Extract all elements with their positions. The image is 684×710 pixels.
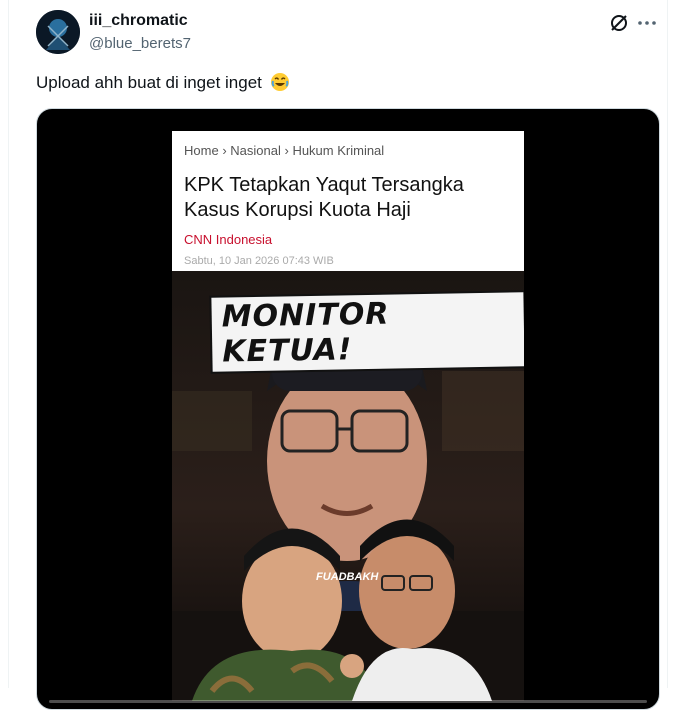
- breadcrumb-nasional: Nasional: [230, 143, 281, 158]
- video-player[interactable]: Home › Nasional › Hukum Kriminal KPK Tet…: [36, 108, 660, 710]
- grok-icon[interactable]: [607, 11, 631, 35]
- breadcrumb-home: Home: [184, 143, 219, 158]
- video-frame[interactable]: Home › Nasional › Hukum Kriminal KPK Tet…: [172, 131, 524, 701]
- post-text-body: Upload ahh buat di inget inget: [36, 73, 262, 92]
- video-progress-bar[interactable]: [49, 700, 647, 703]
- user-handle[interactable]: @blue_berets7: [89, 35, 191, 52]
- display-name[interactable]: iii_chromatic: [89, 12, 188, 30]
- news-source: CNN Indonesia: [184, 232, 273, 247]
- news-screenshot: Home › Nasional › Hukum Kriminal KPK Tet…: [172, 131, 524, 271]
- video-watermark: FUADBAKH: [316, 571, 379, 583]
- breadcrumb: Home › Nasional › Hukum Kriminal: [184, 143, 384, 158]
- post-text: Upload ahh buat di inget inget: [36, 72, 290, 93]
- laughing-emoji-icon: [270, 72, 290, 92]
- news-headline: KPK Tetapkan Yaqut Tersangka Kasus Korup…: [184, 174, 464, 221]
- breadcrumb-hukum: Hukum Kriminal: [292, 143, 385, 158]
- more-icon[interactable]: [635, 11, 659, 35]
- post-card[interactable]: iii_chromatic @blue_berets7 Upload ahh b…: [8, 0, 668, 710]
- video-caption-sticker: MONITOR KETUA!: [211, 292, 524, 372]
- news-date: Sabtu, 10 Jan 2026 07:43 WIB: [184, 255, 334, 267]
- avatar[interactable]: [36, 10, 80, 54]
- video-scene: MONITOR KETUA! FUADBAKH: [172, 271, 524, 701]
